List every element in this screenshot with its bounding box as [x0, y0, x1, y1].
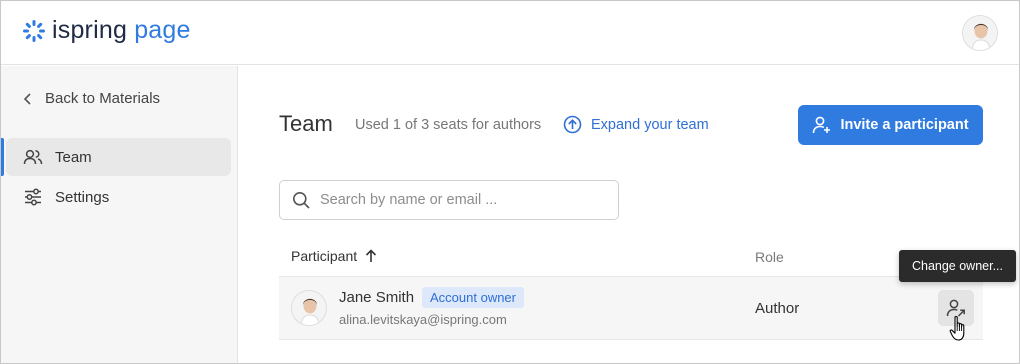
add-user-icon	[813, 116, 831, 134]
users-icon	[23, 149, 43, 165]
user-avatar[interactable]	[962, 15, 998, 51]
expand-label: Expand your team	[591, 116, 709, 133]
arrow-up-circle-icon	[563, 115, 582, 134]
back-label: Back to Materials	[45, 90, 161, 107]
sidebar-item-label: Team	[55, 148, 92, 166]
invite-participant-button[interactable]: Invite a participant	[798, 105, 983, 145]
change-owner-tooltip: Change owner...	[899, 250, 1016, 282]
participant-email: alina.levitskaya@ispring.com	[339, 312, 507, 327]
logo[interactable]: ispring page	[22, 18, 191, 43]
avatar	[291, 290, 327, 326]
column-header-label: Participant	[291, 248, 358, 264]
back-to-materials-link[interactable]: Back to Materials	[23, 90, 160, 107]
active-indicator	[1, 138, 4, 176]
app-window: ispring page Back to Materials Team Sett…	[0, 0, 1020, 364]
logo-text: ispring page	[52, 18, 191, 43]
logo-text-part1: ispring	[52, 16, 128, 44]
column-header-participant[interactable]: Participant	[291, 248, 377, 264]
invite-label: Invite a participant	[840, 117, 969, 133]
sidebar: Back to Materials Team Settings	[1, 66, 238, 363]
search-box	[279, 180, 619, 220]
column-header-role: Role	[755, 249, 784, 265]
sidebar-item-team[interactable]: Team	[6, 138, 231, 176]
sort-arrow-up-icon	[366, 249, 377, 262]
sliders-icon	[25, 188, 41, 206]
ispring-logo-icon	[23, 19, 45, 42]
logo-text-part2: page	[134, 16, 191, 44]
chevron-left-icon	[23, 92, 31, 105]
expand-team-link[interactable]: Expand your team	[563, 115, 709, 134]
table-row[interactable]: Jane Smith Account owner alina.levitskay…	[279, 276, 983, 340]
hand-cursor-icon	[949, 315, 965, 341]
participant-name: Jane Smith	[339, 289, 415, 306]
participant-role: Author	[755, 300, 800, 317]
status-badge: Account owner	[422, 287, 524, 308]
sidebar-item-settings[interactable]: Settings	[6, 178, 231, 216]
page-title: Team	[279, 111, 333, 136]
seats-info: Used 1 of 3 seats for authors	[355, 117, 542, 133]
search-icon	[293, 192, 310, 209]
sidebar-item-label: Settings	[55, 188, 110, 206]
search-input[interactable]	[320, 181, 610, 219]
top-header: ispring page	[1, 1, 1019, 65]
